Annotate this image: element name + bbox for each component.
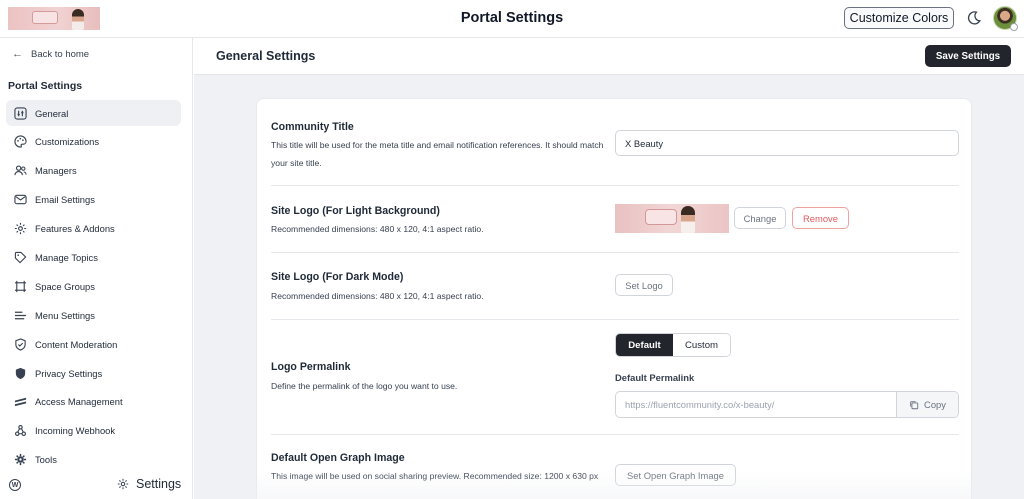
sidebar-item-label: Customizations <box>35 136 100 148</box>
sliders-icon <box>14 106 27 120</box>
sidebar-item-tools[interactable]: Tools <box>6 447 181 473</box>
permalink-custom-option[interactable]: Custom <box>673 334 730 356</box>
stripes-icon <box>14 398 27 407</box>
sidebar-item-space-groups[interactable]: Space Groups <box>6 273 181 299</box>
wordpress-icon[interactable]: W <box>9 479 21 491</box>
permalink-input[interactable]: https://fluentcommunity.co/x-beauty/ <box>616 392 896 417</box>
og-image-label: Default Open Graph Image <box>271 452 405 464</box>
sidebar-footer: W Settings <box>0 473 193 499</box>
sidebar-item-content-moderation[interactable]: Content Moderation <box>6 331 181 357</box>
moon-icon[interactable] <box>966 10 982 26</box>
default-permalink-field: https://fluentcommunity.co/x-beauty/ Cop… <box>615 391 959 418</box>
community-title-input[interactable]: X Beauty <box>615 130 959 156</box>
sidebar-item-label: Managers <box>35 165 77 177</box>
copy-button[interactable]: Copy <box>896 392 958 417</box>
customize-colors-button[interactable]: Customize Colors <box>844 7 954 29</box>
settings-link[interactable]: Settings <box>117 477 181 491</box>
change-logo-button[interactable]: Change <box>734 207 786 229</box>
logo-light-preview <box>615 204 729 233</box>
main-header: General Settings Save Settings <box>194 38 1024 75</box>
sidebar-item-label: Email Settings <box>35 194 95 206</box>
sidebar-item-label: Access Management <box>35 396 123 408</box>
sidebar-item-label: Incoming Webhook <box>35 425 116 437</box>
divider <box>271 185 959 186</box>
grid-icon <box>14 280 27 292</box>
sidebar-nav: General Customizations Managers Email Se… <box>6 100 181 476</box>
sidebar-item-label: General <box>35 107 69 119</box>
avatar-dropdown-indicator <box>1010 23 1018 31</box>
sidebar-item-label: Privacy Settings <box>35 367 103 379</box>
community-title-label: Community Title <box>271 121 354 133</box>
og-image-description: This image will be used on social sharin… <box>271 471 599 481</box>
divider <box>271 319 959 320</box>
sidebar-item-label: Manage Topics <box>35 251 98 263</box>
sidebar-item-general[interactable]: General <box>6 100 181 126</box>
sidebar-item-label: Menu Settings <box>35 309 95 321</box>
sidebar-item-menu-settings[interactable]: Menu Settings <box>6 302 181 328</box>
logo-dark-label: Site Logo (For Dark Mode) <box>271 271 404 283</box>
menu-icon <box>14 311 27 320</box>
shield-icon <box>15 367 26 379</box>
sidebar-item-email-settings[interactable]: Email Settings <box>6 187 181 213</box>
shield-check-icon <box>15 337 26 351</box>
community-title-description: This title will be used for the meta tit… <box>271 140 604 168</box>
sidebar-item-label: Space Groups <box>35 280 95 292</box>
copy-label: Copy <box>924 399 946 410</box>
divider <box>271 434 959 435</box>
sidebar-item-managers[interactable]: Managers <box>6 158 181 184</box>
mail-icon <box>14 194 27 205</box>
logo-light-description: Recommended dimensions: 480 x 120, 4:1 a… <box>271 224 484 234</box>
permalink-default-option[interactable]: Default <box>616 334 673 356</box>
sidebar-item-incoming-webhook[interactable]: Incoming Webhook <box>6 418 181 444</box>
sidebar-item-label: Features & Addons <box>35 223 115 235</box>
logo-person-shape <box>681 206 695 233</box>
back-to-home-link[interactable]: ← Back to home <box>12 48 89 60</box>
top-bar: Portal Settings Customize Colors <box>0 0 1024 38</box>
sidebar-item-label: Content Moderation <box>35 338 118 350</box>
remove-logo-button[interactable]: Remove <box>792 207 849 229</box>
set-og-image-button[interactable]: Set Open Graph Image <box>615 464 736 486</box>
sidebar-item-features-addons[interactable]: Features & Addons <box>6 216 181 242</box>
logo-permalink-description: Define the permalink of the logo you wan… <box>271 381 458 391</box>
main-content: General Settings Save Settings Community… <box>194 38 1024 499</box>
wrench-gear-icon <box>14 454 27 466</box>
logo-dark-description: Recommended dimensions: 480 x 120, 4:1 a… <box>271 291 484 301</box>
sidebar-item-label: Tools <box>35 454 57 466</box>
logo-permalink-label: Logo Permalink <box>271 361 351 373</box>
copy-icon <box>910 400 919 409</box>
sidebar-item-privacy-settings[interactable]: Privacy Settings <box>6 360 181 386</box>
webhook-icon <box>15 425 26 437</box>
users-icon <box>14 165 27 176</box>
logo-badge-shape <box>645 209 677 225</box>
sidebar-item-access-management[interactable]: Access Management <box>6 389 181 415</box>
tag-icon <box>14 251 27 264</box>
sidebar-heading: Portal Settings <box>8 80 83 92</box>
settings-link-label: Settings <box>136 477 182 491</box>
divider <box>271 252 959 253</box>
settings-gear-icon <box>117 478 129 490</box>
sidebar-item-manage-topics[interactable]: Manage Topics <box>6 244 181 270</box>
palette-icon <box>14 135 27 149</box>
sidebar: ← Back to home Portal Settings General C… <box>0 38 193 499</box>
arrow-left-icon: ← <box>12 48 23 60</box>
permalink-mode-toggle: Default Custom <box>615 333 731 357</box>
default-permalink-label: Default Permalink <box>615 372 695 383</box>
sidebar-item-customizations[interactable]: Customizations <box>6 129 181 155</box>
logo-light-label: Site Logo (For Light Background) <box>271 205 440 217</box>
set-logo-button[interactable]: Set Logo <box>615 274 673 296</box>
section-title: General Settings <box>216 49 316 63</box>
user-avatar[interactable] <box>993 6 1018 31</box>
save-settings-button[interactable]: Save Settings <box>925 45 1011 67</box>
back-to-home-label: Back to home <box>31 48 90 60</box>
settings-card: Community Title This title will be used … <box>256 98 972 499</box>
gear-icon <box>14 222 27 235</box>
